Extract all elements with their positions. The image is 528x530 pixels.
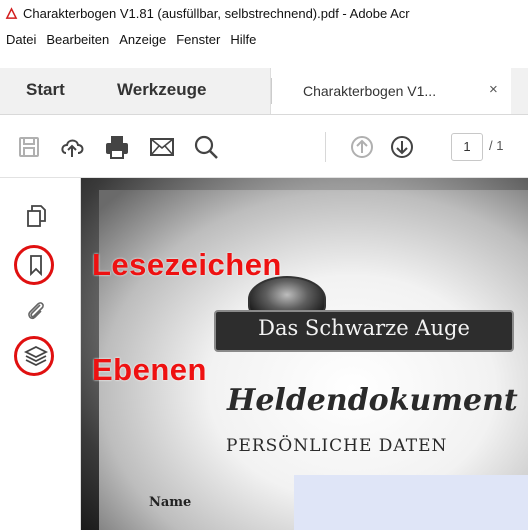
menu-bar: Datei Bearbeiten Anzeige Fenster Hilfe <box>0 27 528 52</box>
bookmark-icon[interactable] <box>23 252 49 278</box>
toolbar: 1 / 1 <box>0 115 528 178</box>
page-number-input[interactable]: 1 <box>451 133 483 161</box>
name-field-label: Name <box>149 495 192 510</box>
tab-document-label: Charakterbogen V1... <box>303 83 437 99</box>
close-tab-icon[interactable]: × <box>489 81 498 98</box>
document-subtitle: PERSÖNLICHE DATEN <box>226 436 448 456</box>
cloud-upload-icon[interactable] <box>58 133 86 161</box>
menu-window[interactable]: Fenster <box>176 32 220 47</box>
title-bar: Charakterbogen V1.81 (ausfüllbar, selbst… <box>0 0 528 27</box>
email-icon[interactable] <box>148 133 176 161</box>
tab-home[interactable]: Start <box>26 80 65 100</box>
tab-bar: Start Werkzeuge Charakterbogen V1... × <box>0 68 528 115</box>
document-title: Heldendokument <box>227 383 518 418</box>
page-total: / 1 <box>489 138 504 153</box>
layers-icon[interactable] <box>23 343 49 369</box>
toolbar-divider <box>325 132 326 162</box>
menu-file[interactable]: Datei <box>6 32 36 47</box>
attachment-icon[interactable] <box>23 298 49 324</box>
window-title: Charakterbogen V1.81 (ausfüllbar, selbst… <box>23 6 410 21</box>
acrobat-icon <box>5 7 18 20</box>
menu-view[interactable]: Anzeige <box>119 32 166 47</box>
search-icon[interactable] <box>192 133 220 161</box>
tab-divider <box>271 78 272 104</box>
save-icon[interactable] <box>15 133 43 161</box>
menu-edit[interactable]: Bearbeiten <box>46 32 109 47</box>
name-field[interactable] <box>294 475 528 530</box>
page-thumbnails-icon[interactable] <box>23 203 49 229</box>
navigation-pane <box>0 178 81 530</box>
page-down-icon[interactable] <box>388 133 416 161</box>
page-up-icon[interactable] <box>348 133 376 161</box>
logo-banner: Das Schwarze Auge <box>214 310 514 352</box>
layers-annotation: Ebenen <box>92 352 207 387</box>
logo-text: Das Schwarze Auge <box>258 316 470 340</box>
print-icon[interactable] <box>103 133 131 161</box>
tab-tools[interactable]: Werkzeuge <box>117 80 206 100</box>
bookmarks-annotation: Lesezeichen <box>92 247 282 282</box>
tab-document[interactable]: Charakterbogen V1... × <box>270 68 511 114</box>
menu-help[interactable]: Hilfe <box>230 32 256 47</box>
